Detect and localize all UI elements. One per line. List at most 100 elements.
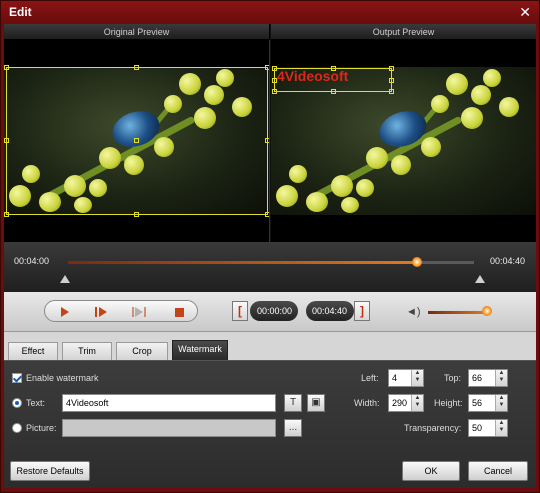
watermark-text-input[interactable]: 4Videosoft xyxy=(62,394,276,412)
start-time-display[interactable]: 00:00:00 xyxy=(250,301,298,321)
flower-bud xyxy=(471,85,491,105)
volume-slider[interactable] xyxy=(428,311,488,314)
width-spinner[interactable]: 290 ▲ ▼ xyxy=(388,394,424,412)
enable-watermark-checkbox[interactable] xyxy=(12,373,22,383)
text-radio[interactable] xyxy=(12,398,22,408)
step-end-icon xyxy=(144,307,146,317)
spinner-arrows-icon[interactable]: ▲ ▼ xyxy=(495,420,507,436)
step-end-button[interactable] xyxy=(127,304,151,320)
playback-controls: [ 00:00:00 00:04:40 ] ◄) xyxy=(4,292,536,332)
timeline-track[interactable] xyxy=(68,257,474,267)
flower-bud xyxy=(483,69,501,87)
flower-bud xyxy=(306,192,328,212)
dialog-content: Original Preview Output Preview 4Videoso… xyxy=(4,24,536,488)
left-value: 4 xyxy=(392,373,398,383)
set-end-button[interactable]: ] xyxy=(354,301,370,321)
output-preview-header: Output Preview xyxy=(271,24,536,40)
transparency-value: 50 xyxy=(472,423,483,433)
height-label: Height: xyxy=(434,398,463,408)
step-end-icon xyxy=(132,307,134,317)
step-forward-icon xyxy=(95,307,97,317)
resize-handle[interactable] xyxy=(265,65,269,70)
play-button[interactable] xyxy=(53,304,77,320)
set-start-button[interactable]: [ xyxy=(232,301,248,321)
trim-start-marker[interactable] xyxy=(60,275,70,283)
resize-handle[interactable] xyxy=(4,65,9,70)
ok-button[interactable]: OK xyxy=(402,461,460,481)
resize-handle[interactable] xyxy=(272,89,277,94)
step-forward-button[interactable] xyxy=(89,304,113,320)
left-spinner[interactable]: 4 ▲ ▼ xyxy=(388,369,424,387)
end-time-display[interactable]: 00:04:40 xyxy=(306,301,354,321)
browse-button[interactable]: ... xyxy=(284,419,302,437)
resize-handle[interactable] xyxy=(272,66,277,71)
picture-label: Picture: xyxy=(26,423,57,433)
flower-bud xyxy=(431,95,449,113)
picture-path-input[interactable] xyxy=(62,419,276,437)
original-preview[interactable] xyxy=(4,40,270,242)
tab-watermark[interactable]: Watermark xyxy=(172,340,228,360)
trim-end-marker[interactable] xyxy=(475,275,485,283)
center-handle[interactable] xyxy=(134,138,139,143)
resize-handle[interactable] xyxy=(4,212,9,217)
resize-handle[interactable] xyxy=(272,78,277,83)
volume-icon[interactable]: ◄) xyxy=(406,306,421,318)
restore-defaults-button[interactable]: Restore Defaults xyxy=(10,461,90,481)
output-preview[interactable]: 4Videosoft xyxy=(271,40,536,242)
height-value: 56 xyxy=(472,398,483,408)
edit-tabs: Effect Trim Crop Watermark xyxy=(4,340,536,360)
flower-bud xyxy=(391,155,411,175)
timeline-progress xyxy=(68,261,418,264)
spinner-arrows-icon[interactable]: ▲ ▼ xyxy=(495,370,507,386)
top-value: 66 xyxy=(472,373,483,383)
tab-effect[interactable]: Effect xyxy=(8,342,58,360)
close-icon[interactable]: ✕ xyxy=(519,4,531,21)
edit-window: Edit ✕ Original Preview Output Preview 4… xyxy=(0,0,540,493)
text-label: Text: xyxy=(26,398,46,408)
timeline-bar: 00:04:00 00:04:40 xyxy=(4,242,536,292)
cancel-button[interactable]: Cancel xyxy=(468,461,528,481)
stop-button[interactable] xyxy=(167,304,191,320)
step-end-icon xyxy=(135,307,143,317)
spinner-arrows-icon[interactable]: ▲ ▼ xyxy=(411,370,423,386)
spinner-arrows-icon[interactable]: ▲ ▼ xyxy=(411,395,423,411)
resize-handle[interactable] xyxy=(389,66,394,71)
title-bar: Edit ✕ xyxy=(1,1,539,23)
flower-bud xyxy=(356,179,374,197)
stop-icon xyxy=(174,307,184,317)
tab-trim[interactable]: Trim xyxy=(62,342,112,360)
width-label: Width: xyxy=(354,398,380,408)
resize-handle[interactable] xyxy=(134,65,139,70)
watermark-panel: Enable watermark Text: 4Videosoft T ▣ Pi… xyxy=(4,360,536,488)
spinner-arrows-icon[interactable]: ▲ ▼ xyxy=(495,395,507,411)
tab-crop[interactable]: Crop xyxy=(116,342,168,360)
resize-handle[interactable] xyxy=(4,138,9,143)
flower-bud xyxy=(289,165,307,183)
picture-radio[interactable] xyxy=(12,423,22,433)
flower-bud xyxy=(276,185,298,207)
height-spinner[interactable]: 56 ▲ ▼ xyxy=(468,394,508,412)
top-label: Top: xyxy=(444,373,462,383)
volume-knob[interactable] xyxy=(482,306,492,316)
resize-handle[interactable] xyxy=(265,138,269,143)
font-button[interactable]: T xyxy=(284,394,302,412)
timeline-start-time: 00:04:00 xyxy=(14,256,50,266)
transparency-spinner[interactable]: 50 ▲ ▼ xyxy=(468,419,508,437)
resize-handle[interactable] xyxy=(389,89,394,94)
transparency-label: Transparency: xyxy=(404,423,462,433)
timeline-playhead[interactable] xyxy=(412,257,423,267)
flower-bud xyxy=(499,97,519,117)
preview-area: Original Preview Output Preview 4Videoso… xyxy=(4,24,536,242)
flower-bud xyxy=(421,137,441,157)
top-spinner[interactable]: 66 ▲ ▼ xyxy=(468,369,508,387)
resize-handle[interactable] xyxy=(265,212,269,217)
resize-handle[interactable] xyxy=(331,66,336,71)
resize-handle[interactable] xyxy=(331,89,336,94)
color-button[interactable]: ▣ xyxy=(307,394,325,412)
enable-watermark-label: Enable watermark xyxy=(26,373,99,383)
flower-bud xyxy=(341,197,359,213)
resize-handle[interactable] xyxy=(389,78,394,83)
left-label: Left: xyxy=(361,373,379,383)
resize-handle[interactable] xyxy=(134,212,139,217)
flower-bud xyxy=(366,147,388,169)
